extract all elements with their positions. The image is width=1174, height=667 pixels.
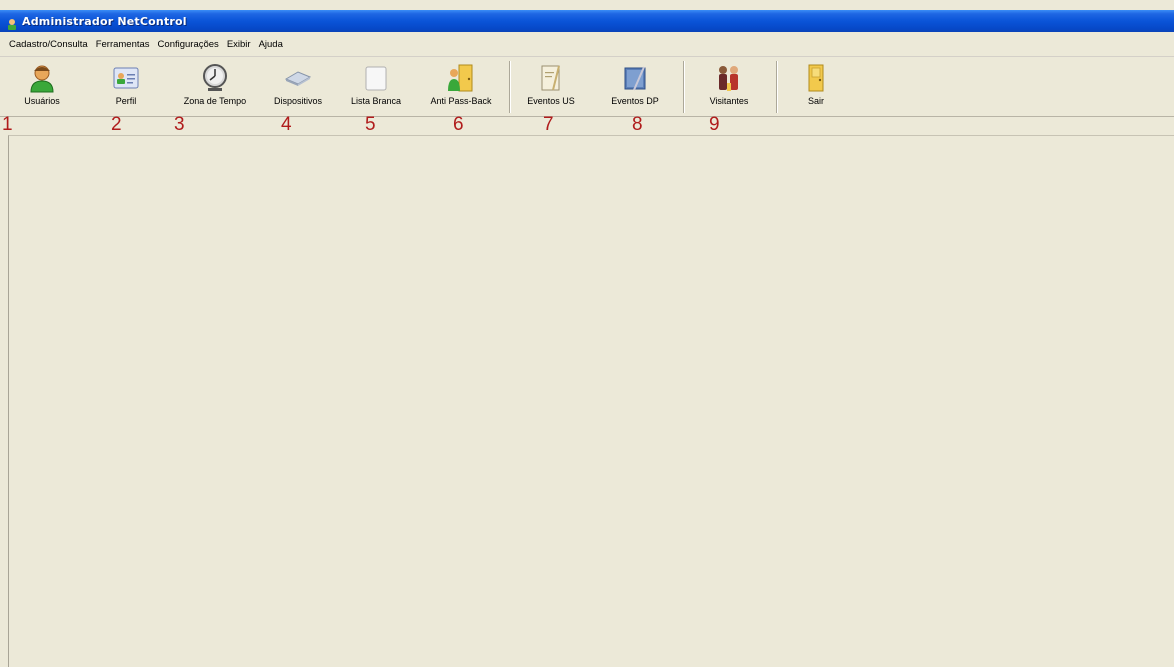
events-chart-icon — [620, 63, 650, 93]
app-window: Administrador NetControl Cadastro/Consul… — [0, 0, 1174, 667]
events-us-button[interactable]: Eventos US — [511, 57, 591, 117]
annotation-7: 7 — [543, 114, 554, 135]
toolbar-separator — [683, 61, 685, 113]
menu-ferramentas[interactable]: Ferramentas — [92, 39, 154, 50]
mdi-client-area[interactable] — [8, 135, 1174, 667]
menu-exibir[interactable]: Exibir — [223, 39, 255, 50]
timezone-label: Zona de Tempo — [183, 96, 247, 106]
app-icon — [6, 15, 18, 30]
document-icon — [536, 63, 566, 93]
devices-button[interactable]: Dispositivos — [258, 57, 338, 117]
events-dp-button[interactable]: Eventos DP — [595, 57, 675, 117]
profile-label: Perfil — [115, 96, 137, 106]
menu-ajuda[interactable]: Ajuda — [255, 39, 287, 50]
menu-bar: Cadastro/Consulta Ferramentas Configuraç… — [0, 32, 1174, 57]
annotation-2: 2 — [111, 114, 122, 135]
clock-icon — [200, 63, 230, 93]
devices-label: Dispositivos — [273, 96, 322, 106]
timezone-button[interactable]: Zona de Tempo — [175, 57, 255, 117]
visitors-icon — [714, 63, 744, 93]
id-card-icon — [111, 63, 141, 93]
menu-cadastro-consulta[interactable]: Cadastro/Consulta — [5, 39, 92, 50]
device-icon — [283, 63, 313, 93]
annotation-9: 9 — [709, 114, 720, 135]
annotation-1: 1 — [2, 114, 13, 135]
annotation-3: 3 — [174, 114, 185, 135]
exit-label: Sair — [807, 96, 824, 106]
annotation-5: 5 — [365, 114, 376, 135]
window-title: Administrador NetControl — [22, 14, 187, 28]
title-bar[interactable]: Administrador NetControl — [0, 10, 1174, 32]
visitors-button[interactable]: Visitantes — [689, 57, 769, 117]
events-dp-label: Eventos DP — [611, 96, 659, 106]
events-us-label: Eventos US — [527, 96, 575, 106]
annotation-6: 6 — [453, 114, 464, 135]
antipassback-label: Anti Pass-Back — [430, 96, 492, 106]
whitelist-button[interactable]: Lista Branca — [336, 57, 416, 117]
exit-door-icon — [801, 63, 831, 93]
menu-configuracoes[interactable]: Configurações — [154, 39, 223, 50]
annotation-4: 4 — [281, 114, 292, 135]
profile-button[interactable]: Perfil — [86, 57, 166, 117]
blank-list-icon — [361, 63, 391, 93]
exit-button[interactable]: Sair — [776, 57, 856, 117]
whitelist-label: Lista Branca — [350, 96, 402, 106]
door-person-icon — [446, 63, 476, 93]
toolbar: Usuários Perfil Zona de Tempo Dispositiv… — [0, 57, 1174, 117]
annotation-8: 8 — [632, 114, 643, 135]
antipassback-button[interactable]: Anti Pass-Back — [421, 57, 501, 117]
users-label: Usuários — [24, 96, 60, 106]
user-icon — [27, 63, 57, 93]
visitors-label: Visitantes — [709, 96, 749, 106]
users-button[interactable]: Usuários — [2, 57, 82, 117]
